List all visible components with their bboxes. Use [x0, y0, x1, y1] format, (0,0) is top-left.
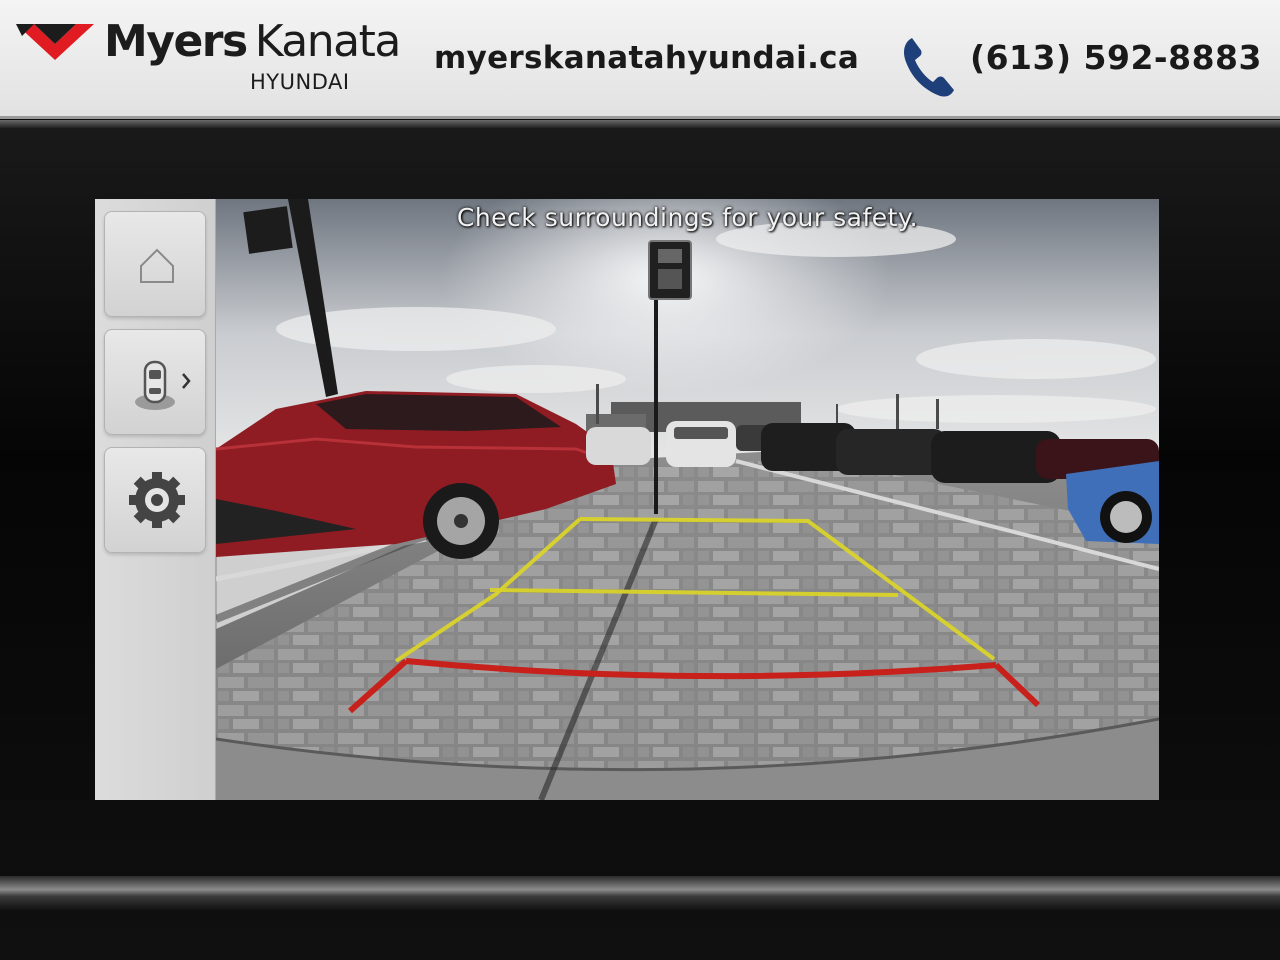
bezel-bottom-trim — [0, 876, 1280, 910]
parking-sensor-view-icon — [135, 360, 191, 410]
dealer-brand: HYUNDAI — [250, 70, 350, 94]
phone-icon — [904, 38, 954, 97]
dealer-website: myerskanatahyundai.ca — [434, 40, 860, 76]
camera-sidebar — [95, 199, 217, 800]
camera-settings-button[interactable] — [104, 447, 206, 553]
safety-warning-message: Check surroundings for your safety. — [456, 203, 919, 232]
dealer-phone: (613) 592-8883 — [970, 38, 1262, 77]
bezel-top-trim — [0, 120, 1280, 128]
infotainment-screen: Check surroundings for your safety. — [95, 199, 1159, 800]
dealer-name-secondary: Kanata — [254, 16, 402, 67]
home-icon — [140, 248, 174, 283]
dealer-name-primary: Myers — [104, 16, 248, 67]
camera-settings-icon — [129, 472, 185, 528]
dealer-name: Myers Kanata — [104, 16, 402, 68]
parking-sensor-view-button[interactable] — [104, 329, 206, 435]
rear-camera-feed — [216, 199, 1159, 800]
dealer-banner: Myers Kanata HYUNDAI myerskanatahyundai.c… — [0, 0, 1280, 119]
rear-camera-view: Check surroundings for your safety. — [216, 199, 1159, 800]
home-button[interactable] — [104, 211, 206, 317]
dealer-logo-icon — [16, 24, 94, 60]
